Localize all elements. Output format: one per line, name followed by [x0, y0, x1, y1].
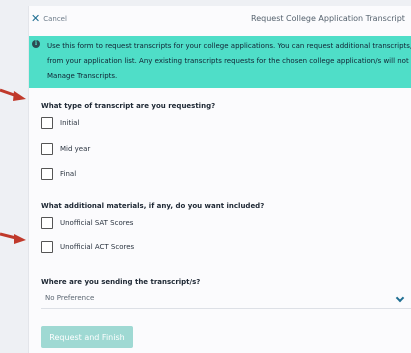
checkbox-label: Final	[60, 170, 77, 178]
info-icon: i	[32, 40, 40, 48]
destination-selected-value: No Preference	[45, 294, 95, 302]
checkbox-unofficial-act[interactable]: Unofficial ACT Scores	[41, 241, 134, 253]
banner-line-2: from your application list. Any existing…	[47, 57, 411, 65]
banner-line-3: Manage Transcripts.	[47, 72, 118, 80]
request-and-finish-button[interactable]: Request and Finish	[41, 326, 133, 348]
cancel-label: Cancel	[43, 14, 67, 23]
checkbox-initial[interactable]: Initial	[41, 117, 79, 129]
checkbox-box[interactable]	[41, 217, 53, 229]
chevron-down-icon	[395, 293, 405, 303]
materials-question: What additional materials, if any, do yo…	[41, 202, 265, 210]
checkbox-mid-year[interactable]: Mid year	[41, 143, 90, 155]
page-title: Request College Application Transcript	[251, 14, 405, 23]
checkbox-box[interactable]	[41, 143, 53, 155]
info-banner: i Use this form to request transcripts f…	[29, 36, 411, 88]
annotation-arrow-icon	[0, 232, 26, 244]
banner-text: Use this form to request transcripts for…	[47, 39, 411, 84]
checkbox-box[interactable]	[41, 117, 53, 129]
checkbox-unofficial-sat[interactable]: Unofficial SAT Scores	[41, 217, 133, 229]
annotation-arrow-icon	[0, 88, 26, 101]
transcript-type-question: What type of transcript are you requesti…	[41, 102, 216, 110]
close-icon: ✕	[31, 12, 41, 25]
checkbox-final[interactable]: Final	[41, 168, 76, 180]
checkbox-box[interactable]	[41, 241, 53, 253]
destination-question: Where are you sending the transcript/s?	[41, 278, 201, 286]
panel-header: ✕ Cancel Request College Application Tra…	[29, 6, 411, 34]
banner-line-1: Use this form to request transcripts for…	[47, 42, 411, 50]
checkbox-box[interactable]	[41, 168, 53, 180]
checkbox-label: Unofficial SAT Scores	[60, 219, 134, 227]
cancel-button[interactable]: ✕ Cancel	[31, 13, 67, 24]
checkbox-label: Initial	[60, 119, 80, 127]
checkbox-label: Mid year	[60, 145, 91, 153]
transcript-request-panel: ✕ Cancel Request College Application Tra…	[28, 6, 411, 353]
checkbox-label: Unofficial ACT Scores	[60, 243, 135, 251]
destination-select[interactable]: No Preference	[41, 291, 411, 309]
